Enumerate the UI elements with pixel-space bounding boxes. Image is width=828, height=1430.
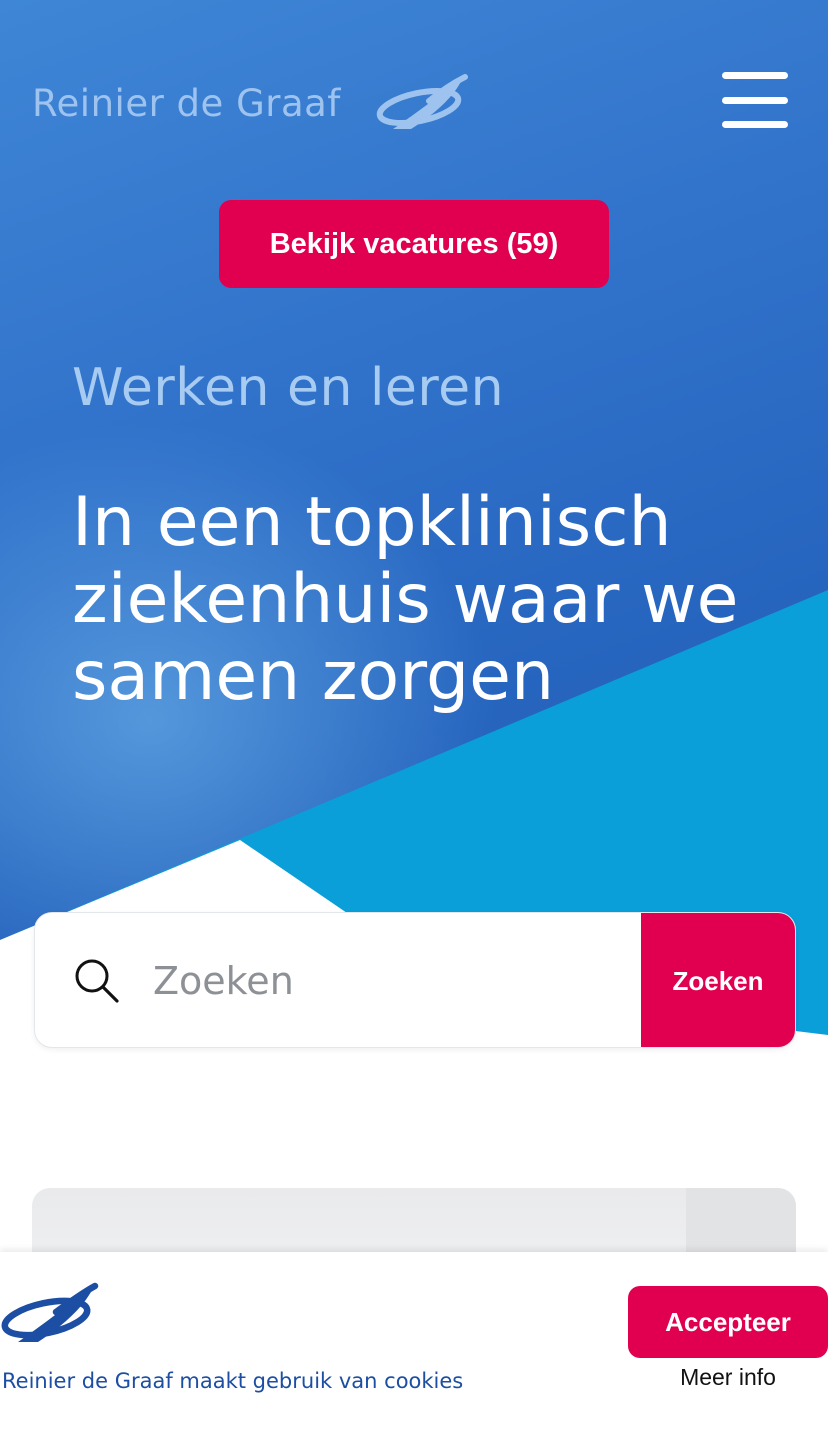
cookie-banner: Reinier de Graaf maakt gebruik van cooki… bbox=[0, 1252, 828, 1430]
menu-bar bbox=[722, 72, 788, 79]
hero-section: Reinier de Graaf Bekijk vacatures (59) W… bbox=[0, 0, 828, 1060]
more-info-link[interactable]: Meer info bbox=[628, 1364, 828, 1391]
menu-bar bbox=[722, 121, 788, 128]
search-input[interactable] bbox=[153, 943, 633, 1019]
cookie-message: Reinier de Graaf maakt gebruik van cooki… bbox=[2, 1369, 464, 1393]
rdg-swirl-logo-icon bbox=[1, 1282, 99, 1342]
search-bar: Zoeken bbox=[34, 912, 796, 1048]
search-submit-button[interactable]: Zoeken bbox=[641, 913, 795, 1047]
hamburger-menu-icon[interactable] bbox=[722, 72, 790, 128]
view-vacancies-button[interactable]: Bekijk vacatures (59) bbox=[219, 200, 609, 288]
accept-cookies-button[interactable]: Accepteer bbox=[628, 1286, 828, 1358]
site-logo[interactable]: Reinier de Graaf bbox=[32, 68, 471, 138]
menu-bar bbox=[722, 96, 788, 104]
rdg-swirl-logo-icon bbox=[376, 74, 468, 129]
logo-text: Reinier de Graaf bbox=[32, 81, 341, 125]
hero-kicker: Werken en leren bbox=[72, 358, 505, 418]
page-title: In een topklinisch ziekenhuis waar we sa… bbox=[72, 483, 739, 716]
search-icon bbox=[75, 959, 119, 1003]
